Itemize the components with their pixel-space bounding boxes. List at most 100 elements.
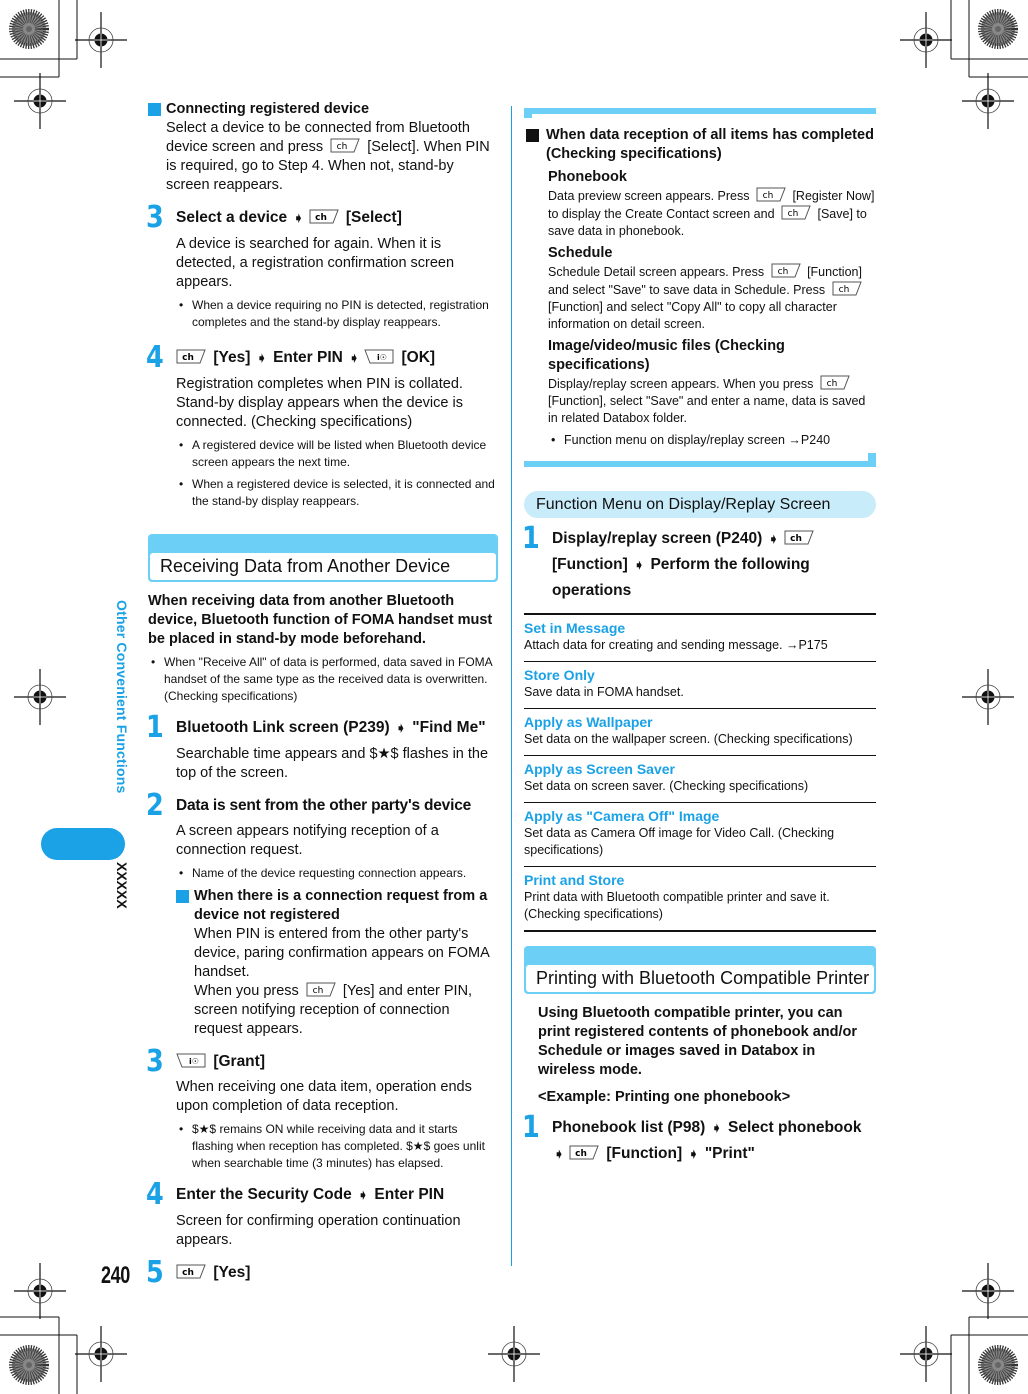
connecting-registered-device-section: Connecting registered device Select a de… (148, 100, 498, 195)
receiving-step-3: 3 i☉ [Grant] When receiving one data ite… (146, 1044, 498, 1172)
step-3-select-device: 3 Select a device ➧ ch [Select] A device … (146, 200, 498, 331)
svg-text:i☉: i☉ (377, 353, 387, 362)
note-content: When data reception of all items has com… (524, 114, 876, 461)
step-number: 1 (522, 521, 540, 556)
menu-key-icon: ch (330, 138, 360, 153)
receiving-intro: When receiving data from another Bluetoo… (148, 593, 493, 647)
function-menu-table: Set in Message Attach data for creating … (524, 613, 876, 932)
sub-body-text: When you press (194, 983, 299, 999)
arrow-right-icon: ➧ (395, 721, 406, 735)
connecting-body: Select a device to be connected from Blu… (148, 119, 498, 195)
arrow-right-icon: ➧ (293, 211, 304, 225)
unregistered-request-note: When there is a connection request from … (176, 887, 498, 1039)
step-title-part: [Function] (552, 556, 628, 573)
receiving-step-1: 1 Bluetooth Link screen (P239) ➧ "Find M… (146, 713, 498, 783)
chapter-tab-marker (41, 828, 125, 860)
menu-key-icon: ch (569, 1145, 599, 1160)
step-title-part: [OK] (401, 349, 436, 366)
step-title-part: [Grant] (213, 1053, 265, 1070)
step-number: 3 (146, 200, 164, 235)
arrow-right-icon: ➧ (358, 1188, 369, 1202)
step-body: Registration completes when PIN is colla… (176, 376, 463, 430)
step-body: A device is searched for again. When it … (176, 236, 455, 290)
right-column: When data reception of all items has com… (522, 108, 876, 1167)
step-title-part: Select a device (176, 209, 288, 226)
step-title: ch [Yes] (176, 1260, 498, 1285)
menu-key-icon: ch (176, 1264, 206, 1279)
note-heading: When data reception of all items has com… (526, 126, 876, 164)
menu-item-label[interactable]: Apply as Wallpaper (524, 713, 876, 731)
step-title: Enter the Security Code ➧ Enter PIN (176, 1182, 498, 1208)
schedule-text: [Function] and select "Copy All" to copy… (548, 300, 837, 331)
svg-text:ch: ch (182, 353, 194, 363)
menu-key-icon: ch (771, 263, 801, 278)
crosshair-mark (13, 1262, 67, 1320)
crosshair-mark (74, 1325, 128, 1383)
menu-item-desc: Set data on the wallpaper screen. (Check… (524, 732, 853, 746)
receiving-step-5: 5 ch [Yes] (146, 1258, 498, 1288)
step-number: 1 (522, 1110, 540, 1145)
menu-key-icon: ch (176, 349, 206, 364)
menu-row: Set in Message Attach data for creating … (524, 615, 876, 662)
menu-row: Store Only Save data in FOMA handset. (524, 662, 876, 709)
svg-text:ch: ch (790, 534, 802, 544)
step-number: 3 (146, 1044, 164, 1079)
step-4-enter-pin: 4 ch [Yes] ➧ Enter PIN ➧ i☉ [OK] Registra… (146, 340, 498, 510)
svg-text:ch: ch (575, 1149, 587, 1159)
printing-intro: Using Bluetooth compatible printer, you … (538, 1005, 858, 1078)
svg-text:ch: ch (838, 285, 849, 295)
svg-text:ch: ch (788, 209, 799, 219)
schedule-text: Schedule Detail screen appears. Press (548, 265, 765, 279)
svg-text:ch: ch (827, 379, 838, 389)
menu-item-label[interactable]: Store Only (524, 666, 876, 684)
menu-item-label[interactable]: Apply as "Camera Off" Image (524, 807, 876, 825)
color-target-bottom-right (981, 1348, 1015, 1382)
menu-item-label[interactable]: Set in Message (524, 619, 876, 637)
note-bottom-stub (868, 453, 876, 461)
step-title-part: Enter PIN (273, 349, 343, 366)
step-title: Display/replay screen (P240) ➧ ch [Functi… (552, 526, 876, 603)
menu-item-desc: Set data as Camera Off image for Video C… (524, 826, 835, 857)
step-title-part: [Yes] (213, 349, 251, 366)
menu-key-icon: ch (781, 205, 811, 220)
left-column: Connecting registered device Select a de… (146, 100, 498, 1288)
menu-item-label[interactable]: Apply as Screen Saver (524, 760, 876, 778)
step-title-part: Display/replay screen (P240) (552, 530, 763, 547)
svg-text:ch: ch (182, 1268, 194, 1278)
connecting-heading: Connecting registered device (148, 100, 498, 119)
arrow-right-icon: ➧ (554, 1147, 565, 1161)
step-title: Phonebook list (P98) ➧ Select phonebook … (552, 1115, 876, 1167)
arrow-right-icon: ➧ (688, 1147, 699, 1161)
menu-key-icon: ch (820, 375, 850, 390)
menu-row: Apply as Wallpaper Set data on the wallp… (524, 709, 876, 756)
step-number: 2 (146, 788, 164, 823)
step-title-part: [Function] (606, 1145, 683, 1162)
menu-item-label[interactable]: Print and Store (524, 871, 876, 889)
phonebook-body: Data preview screen appears. Press ch [R… (526, 187, 876, 240)
step-title-part: Bluetooth Link screen (P239) (176, 719, 390, 736)
crosshair-mark (74, 11, 128, 69)
svg-text:ch: ch (777, 267, 788, 277)
function-menu-link[interactable]: Function menu on display/replay screen →… (564, 433, 830, 447)
step-title-part: Select phonebook (728, 1119, 862, 1136)
schedule-title: Schedule (548, 245, 613, 261)
sub-heading: When there is a connection request from … (176, 887, 498, 925)
step-title: Data is sent from the other party's devi… (176, 797, 472, 814)
step-title-part: [Select] (345, 209, 402, 226)
crosshair-mark (13, 668, 67, 726)
step-title: ch [Yes] ➧ Enter PIN ➧ i☉ [OK] (176, 345, 498, 371)
menu-item-desc: Save data in FOMA handset. (524, 685, 684, 699)
step-number: 4 (146, 1177, 164, 1212)
step-body: A screen appears notifying reception of … (176, 823, 439, 858)
bullet-note: A registered device will be listed when … (176, 437, 498, 471)
menu-key-icon: ch (756, 187, 786, 202)
crosshair-mark (961, 1262, 1015, 1320)
crosshair-mark (487, 1325, 541, 1383)
crosshair-mark (899, 11, 953, 69)
note-top-stub (524, 114, 532, 118)
sub-body: When PIN is entered from the other party… (194, 926, 489, 980)
bullet-note: $★$ remains ON while receiving data and … (176, 1121, 498, 1172)
column-divider (511, 106, 512, 1266)
step-number: 4 (146, 340, 164, 375)
media-body: Display/replay screen appears. When you … (526, 375, 876, 427)
